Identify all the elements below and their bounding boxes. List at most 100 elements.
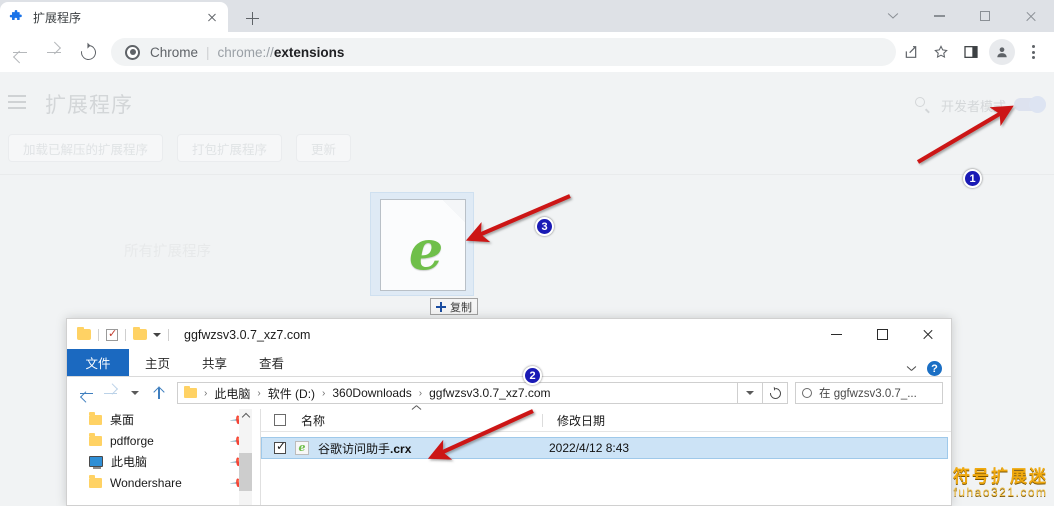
sort-ascending-icon: [412, 409, 421, 414]
sidebar-item-this-pc[interactable]: 此电脑 📌: [67, 451, 260, 472]
chevron-down-icon: [131, 391, 139, 395]
page-fold-inner: [443, 200, 465, 222]
row-checkbox[interactable]: [274, 439, 286, 454]
minimize-button[interactable]: [916, 0, 962, 32]
explorer-ribbon: 文件 主页 共享 查看 ?: [67, 349, 951, 377]
column-header-date-modified[interactable]: 修改日期: [543, 412, 605, 429]
folder-icon: [89, 433, 102, 446]
developer-mode-toggle[interactable]: [1014, 96, 1046, 113]
scrollbar-thumb[interactable]: [239, 453, 252, 491]
close-icon: [1025, 10, 1037, 22]
divider: [0, 174, 1054, 175]
drag-copy-tooltip: 复制: [430, 298, 478, 315]
explorer-minimize-button[interactable]: [813, 319, 859, 350]
chevron-down-icon[interactable]: [907, 366, 916, 371]
search-icon: [802, 388, 812, 398]
explorer-forward-button[interactable]: [99, 381, 123, 405]
reload-button[interactable]: [73, 37, 103, 67]
minimize-icon: [933, 15, 945, 17]
side-panel-icon[interactable]: [956, 37, 986, 67]
search-icon[interactable]: [915, 97, 930, 112]
new-folder-icon[interactable]: [133, 326, 147, 340]
sidebar-item-pdfforge[interactable]: pdfforge 📌: [67, 430, 260, 451]
nav-pane-scrollbar[interactable]: [239, 409, 252, 505]
select-all-checkbox[interactable]: [274, 414, 286, 426]
recent-locations-button[interactable]: [123, 381, 147, 405]
forward-button[interactable]: [39, 37, 69, 67]
breadcrumb-separator: ›: [418, 387, 423, 399]
crx-file-icon: e: [295, 441, 309, 455]
customize-caret-icon[interactable]: [153, 332, 161, 337]
divider: [98, 328, 99, 341]
share-icon[interactable]: [896, 37, 926, 67]
step-badge-2: 2: [523, 366, 542, 385]
plus-icon: [245, 11, 259, 25]
ie-logo-glyph: e: [408, 218, 444, 282]
dragged-file-ghost[interactable]: e: [370, 192, 474, 296]
address-bar[interactable]: Chrome | chrome://extensions: [111, 38, 896, 66]
up-one-level-button[interactable]: [147, 381, 171, 405]
explorer-back-button[interactable]: [75, 381, 99, 405]
up-arrow-icon: [153, 387, 165, 399]
close-icon[interactable]: [204, 9, 220, 25]
browser-tab-extensions[interactable]: 扩展程序: [0, 2, 228, 32]
explorer-close-button[interactable]: [905, 319, 951, 350]
explorer-window-controls: [813, 319, 951, 350]
table-row[interactable]: e 谷歌访问助手.crx 2022/4/12 8:43: [261, 437, 948, 459]
file-date-modified: 2022/4/12 8:43: [549, 441, 630, 455]
bookmark-star-icon[interactable]: [926, 37, 956, 67]
chrome-tab-strip: 扩展程序: [0, 0, 1054, 32]
address-dropdown-button[interactable]: [738, 382, 763, 404]
folder-icon: [89, 475, 102, 488]
column-header-name[interactable]: 名称: [286, 412, 542, 429]
omnibox-url: chrome://extensions: [218, 45, 345, 60]
breadcrumb[interactable]: › 此电脑 › 软件 (D:) › 360Downloads › ggfwzsv…: [177, 382, 738, 404]
navigation-pane: 桌面 📌 pdfforge 📌 此电脑 📌 Wondershare 📌: [67, 409, 260, 505]
explorer-address-bar: › 此电脑 › 软件 (D:) › 360Downloads › ggfwzsv…: [67, 377, 951, 409]
new-tab-button[interactable]: [238, 5, 266, 31]
maximize-icon: [876, 329, 888, 340]
omnibox-site-label: Chrome: [150, 44, 199, 60]
ribbon-tab-home[interactable]: 主页: [129, 349, 186, 376]
search-placeholder: 在 ggfwzsv3.0.7_...: [819, 388, 917, 400]
refresh-button[interactable]: [763, 382, 788, 404]
ribbon-tab-file[interactable]: 文件: [67, 349, 129, 376]
breadcrumb-separator: ›: [322, 387, 326, 399]
back-arrow-icon: [12, 46, 28, 59]
back-button[interactable]: [5, 37, 35, 67]
sidebar-item-desktop[interactable]: 桌面 📌: [67, 409, 260, 430]
three-dot-menu-icon[interactable]: [1018, 37, 1048, 67]
explorer-title: ggfwzsv3.0.7_xz7.com: [184, 327, 311, 342]
folder-icon: [89, 412, 102, 425]
scroll-up-arrow-icon[interactable]: [239, 409, 252, 422]
sidebar-item-label: pdfforge: [110, 433, 154, 448]
breadcrumb-item-0[interactable]: 此电脑: [214, 385, 250, 402]
watermark-line-1: 符号扩展迷: [953, 466, 1048, 486]
search-input[interactable]: 在 ggfwzsv3.0.7_...: [795, 382, 943, 404]
tab-search-button[interactable]: [870, 0, 916, 32]
file-explorer-window: ggfwzsv3.0.7_xz7.com 文件 主页 共享 查看 ?: [66, 318, 952, 506]
sidebar-item-label: 桌面: [110, 413, 135, 427]
update-button[interactable]: 更新: [296, 134, 352, 162]
load-unpacked-button[interactable]: 加载已解压的扩展程序: [8, 134, 164, 162]
properties-checkbox-icon[interactable]: [106, 327, 118, 341]
hamburger-icon[interactable]: [8, 95, 26, 109]
sidebar-item-wondershare[interactable]: Wondershare 📌: [67, 472, 260, 493]
chrome-logo-icon: [125, 44, 140, 60]
maximize-button[interactable]: [962, 0, 1008, 32]
explorer-maximize-button[interactable]: [859, 319, 905, 350]
column-header-name-label: 名称: [301, 413, 326, 428]
breadcrumb-item-3[interactable]: ggfwzsv3.0.7_xz7.com: [429, 386, 550, 400]
ribbon-tab-view[interactable]: 查看: [243, 349, 300, 376]
ribbon-tab-share[interactable]: 共享: [186, 349, 243, 376]
breadcrumb-item-1[interactable]: 软件 (D:): [268, 385, 315, 402]
help-icon[interactable]: ?: [927, 361, 942, 376]
close-window-button[interactable]: [1008, 0, 1054, 32]
drag-tooltip-label: 复制: [450, 301, 472, 314]
profile-avatar-icon[interactable]: [989, 39, 1015, 65]
all-extensions-label: 所有扩展程序: [124, 244, 211, 260]
developer-mode-label: 开发者模式: [940, 99, 1006, 114]
folder-icon[interactable]: [77, 326, 91, 340]
breadcrumb-item-2[interactable]: 360Downloads: [332, 386, 411, 400]
pack-extension-button[interactable]: 打包扩展程序: [177, 134, 283, 162]
